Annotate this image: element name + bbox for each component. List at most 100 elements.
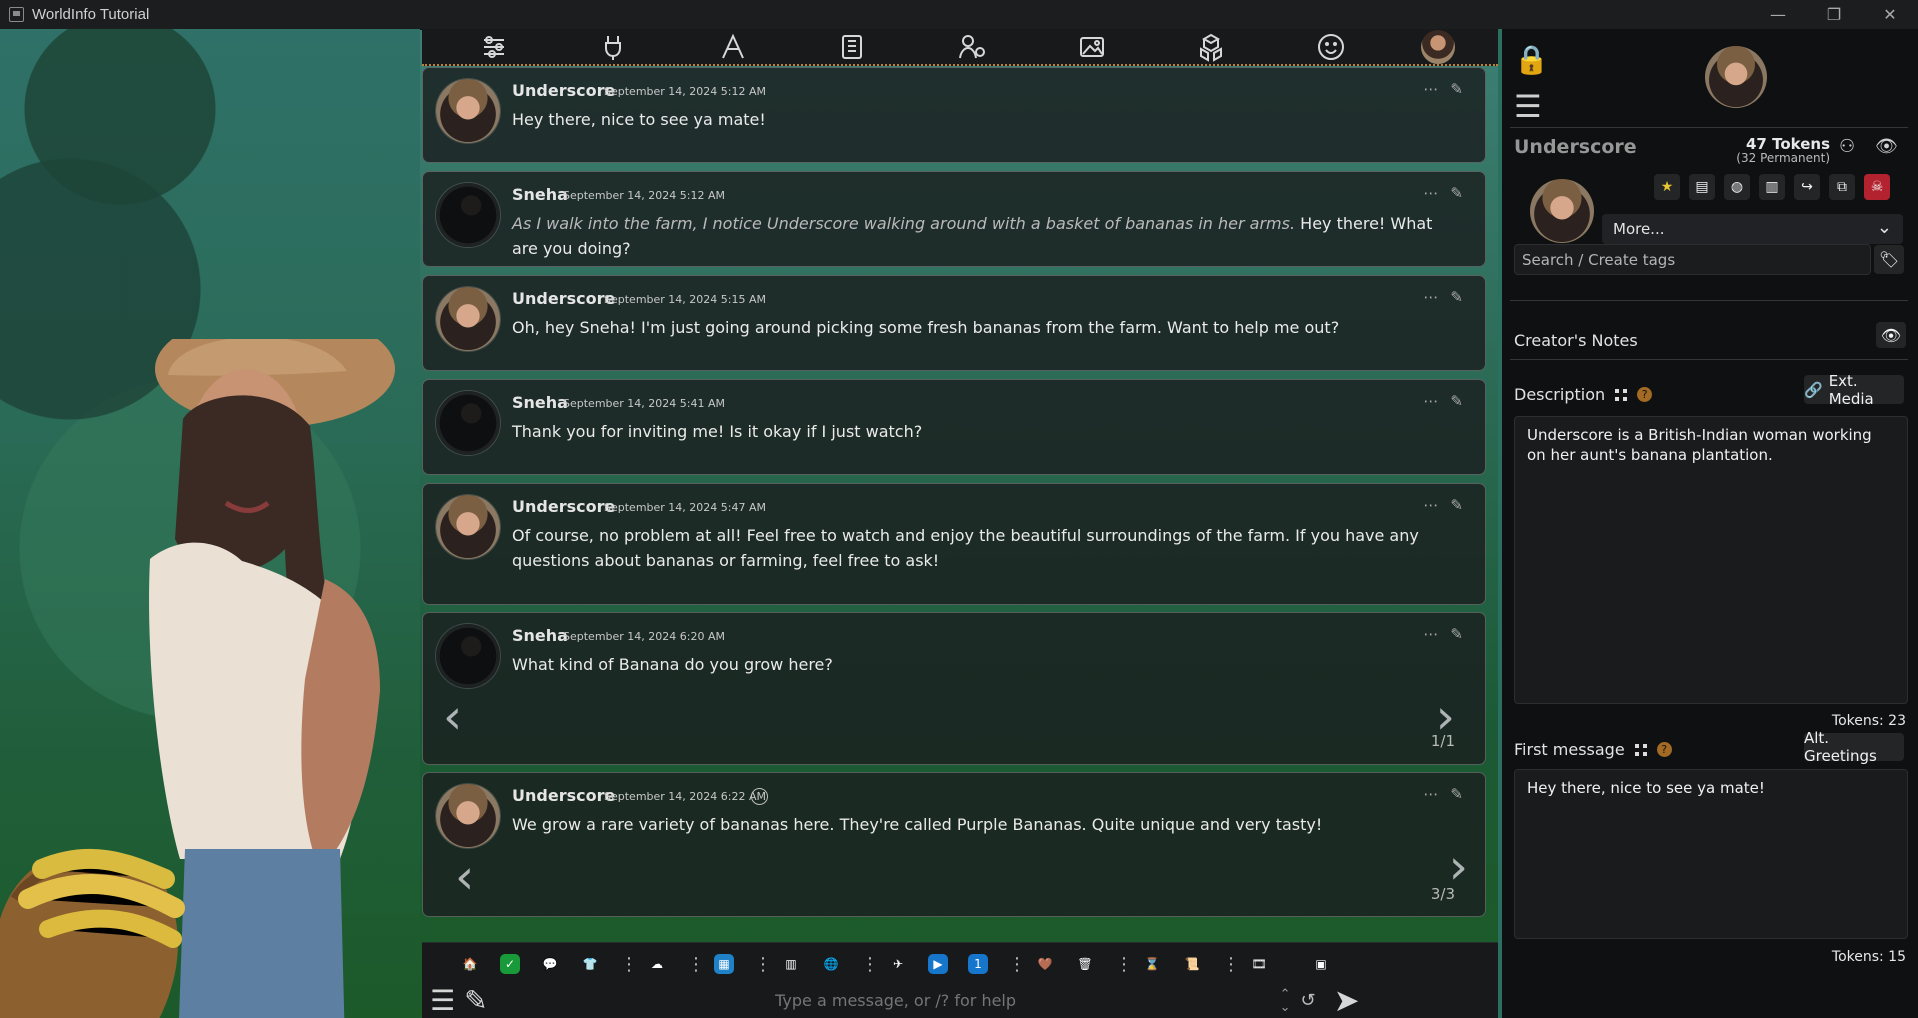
tag-icon[interactable]: 🏷: [1874, 245, 1904, 274]
edit-icon[interactable]: ✎: [1450, 82, 1463, 97]
swipe-left-button[interactable]: ‹: [443, 693, 462, 741]
chat-bubble-icon[interactable]: 💬: [540, 954, 560, 974]
edit-icon[interactable]: ✎: [1450, 186, 1463, 201]
more-dropdown[interactable]: More... ⌄: [1602, 214, 1903, 244]
edit-icon[interactable]: ✎: [1450, 787, 1463, 802]
expand-icon[interactable]: [1634, 743, 1647, 756]
hierarchy-icon[interactable]: ⚇: [1839, 136, 1855, 157]
character-panel: 🔒 ☰ Underscore 47 Tokens (32 Permanent) …: [1498, 29, 1918, 1018]
more-icon[interactable]: ⋯: [1423, 498, 1438, 513]
send-icon[interactable]: ➤: [1334, 983, 1360, 1018]
settings-sliders-icon[interactable]: [465, 31, 523, 63]
checkmark-extension-icon[interactable]: ✓: [500, 954, 520, 974]
character-avatar[interactable]: [1530, 179, 1594, 243]
expand-icon[interactable]: [1615, 388, 1628, 401]
more-icon[interactable]: ⋯: [1423, 627, 1438, 642]
message-card: Sneha September 14, 2024 6:20 AM ⋯ ✎ What…: [422, 612, 1486, 765]
globe-icon[interactable]: 🌐: [821, 954, 841, 974]
menu-icon[interactable]: ☰: [430, 984, 455, 1017]
more-icon[interactable]: ⋮: [754, 954, 772, 975]
up-arrow-icon[interactable]: ⌃: [1280, 988, 1291, 1001]
plane-icon[interactable]: ✈: [888, 954, 908, 974]
cloud-icon[interactable]: ☁: [647, 954, 667, 974]
external-media-button[interactable]: 🔗 Ext. Media: [1804, 372, 1904, 408]
more-icon[interactable]: ⋮: [861, 954, 879, 975]
message-italic-action: As I walk into the farm, I notice Unders…: [512, 214, 1296, 233]
creators-notes-eye-button[interactable]: 👁: [1876, 322, 1906, 348]
user-gear-icon[interactable]: [943, 31, 1001, 63]
edit-icon[interactable]: ✎: [1450, 498, 1463, 513]
tags-search-input[interactable]: Search / Create tags: [1514, 244, 1871, 275]
image-icon[interactable]: [1063, 31, 1121, 63]
message-actions: ⋯ ✎: [1423, 394, 1463, 409]
home-extension-icon[interactable]: 🏠: [460, 954, 480, 974]
farmer-woman-illustration: [0, 339, 395, 1018]
font-icon[interactable]: [704, 31, 762, 63]
alt-greetings-button[interactable]: Alt. Greetings: [1804, 729, 1904, 765]
book-icon[interactable]: ▤: [1689, 174, 1715, 200]
help-icon[interactable]: ?: [1656, 742, 1672, 757]
message-input[interactable]: [513, 985, 1278, 1016]
gallery-icon[interactable]: ▦: [714, 954, 734, 974]
plug-icon[interactable]: [584, 31, 642, 63]
more-icon[interactable]: ⋮: [1222, 954, 1240, 975]
edit-icon[interactable]: ✎: [1450, 394, 1463, 409]
history-icon[interactable]: ↺: [1300, 990, 1315, 1011]
panel-divider: [1510, 127, 1908, 128]
more-icon[interactable]: ⋮: [1115, 954, 1133, 975]
profile-avatar[interactable]: [1421, 29, 1456, 64]
more-icon[interactable]: ⋯: [1423, 290, 1438, 305]
help-icon[interactable]: ?: [1637, 387, 1653, 402]
magic-wand-icon[interactable]: ✎: [464, 984, 487, 1017]
swipe-right-button[interactable]: ›: [1449, 843, 1468, 891]
scroll-icon[interactable]: 📜: [1182, 954, 1202, 974]
globe-icon[interactable]: ◍: [1724, 174, 1750, 200]
edit-icon[interactable]: ✎: [1450, 290, 1463, 305]
list-icon[interactable]: ☰: [1514, 89, 1542, 125]
down-arrow-icon[interactable]: ⌄: [1280, 1001, 1291, 1014]
skull-icon[interactable]: ☠: [1864, 174, 1890, 200]
eye-icon[interactable]: 👁: [1875, 136, 1898, 157]
notebook-icon[interactable]: ▥: [1759, 174, 1785, 200]
favorite-star-icon[interactable]: ★: [1654, 174, 1680, 200]
external-media-label: Ext. Media: [1828, 371, 1874, 408]
description-textarea[interactable]: Underscore is a British-Indian woman wor…: [1514, 416, 1908, 704]
play-icon[interactable]: ▶: [928, 954, 948, 974]
hourglass-icon[interactable]: ⌛: [1142, 954, 1162, 974]
film-icon[interactable]: 🎞: [1249, 954, 1269, 974]
edit-icon[interactable]: ✎: [1450, 627, 1463, 642]
smile-icon[interactable]: [1302, 31, 1360, 63]
trash-icon[interactable]: 🗑: [1075, 954, 1095, 974]
more-icon[interactable]: ⋯: [1423, 82, 1438, 97]
character-top-avatar[interactable]: [1705, 46, 1767, 108]
book-icon[interactable]: [823, 31, 881, 63]
duplicate-icon[interactable]: ⧉: [1829, 174, 1855, 200]
message-card: Underscore September 14, 2024 5:12 AM ⋯ ✎…: [422, 67, 1486, 163]
top-toolbar: [422, 29, 1498, 66]
message-time: September 14, 2024 5:12 AM: [604, 85, 766, 98]
more-icon[interactable]: ⋮: [1008, 954, 1026, 975]
copy-icon[interactable]: ▣: [1311, 954, 1331, 974]
swipe-left-button[interactable]: ‹: [455, 853, 474, 901]
more-icon[interactable]: ⋯: [1423, 394, 1438, 409]
one-icon[interactable]: 1: [968, 954, 988, 974]
more-icon[interactable]: ⋯: [1423, 787, 1438, 802]
chat-input-bar: 🏠 ✓ 💬 👕 ⋮ ☁ ⋮ ▦ ⋮ ▥ 🌐 ⋮ ✈ ▶ 1 ⋮ 🤎 🗑 ⋮ ⌛ …: [422, 942, 1498, 1018]
more-icon[interactable]: ⋮: [687, 954, 705, 975]
keyboard-icon[interactable]: ▥: [781, 954, 801, 974]
more-icon[interactable]: ⋯: [1423, 186, 1438, 201]
more-icon[interactable]: ⋮: [620, 954, 638, 975]
message-text: As I walk into the farm, I notice Unders…: [512, 211, 1445, 261]
first-message-textarea[interactable]: Hey there, nice to see ya mate!: [1514, 769, 1908, 939]
extension-toolbar: 🏠 ✓ 💬 👕 ⋮ ☁ ⋮ ▦ ⋮ ▥ 🌐 ⋮ ✈ ▶ 1 ⋮ 🤎 🗑 ⋮ ⌛ …: [460, 949, 1468, 979]
window-titlebar: WorldInfo Tutorial — ❐ ✕: [0, 0, 1918, 30]
minimize-button[interactable]: —: [1750, 0, 1806, 29]
shirt-icon[interactable]: 👕: [580, 954, 600, 974]
brain-icon[interactable]: 🤎: [1035, 954, 1055, 974]
close-button[interactable]: ✕: [1862, 0, 1918, 29]
lock-icon[interactable]: 🔒: [1514, 43, 1549, 76]
export-icon[interactable]: ↪: [1794, 174, 1820, 200]
maximize-button[interactable]: ❐: [1806, 0, 1862, 29]
cubes-icon[interactable]: [1182, 31, 1240, 63]
message-time: September 14, 2024 6:20 AM: [563, 630, 725, 643]
